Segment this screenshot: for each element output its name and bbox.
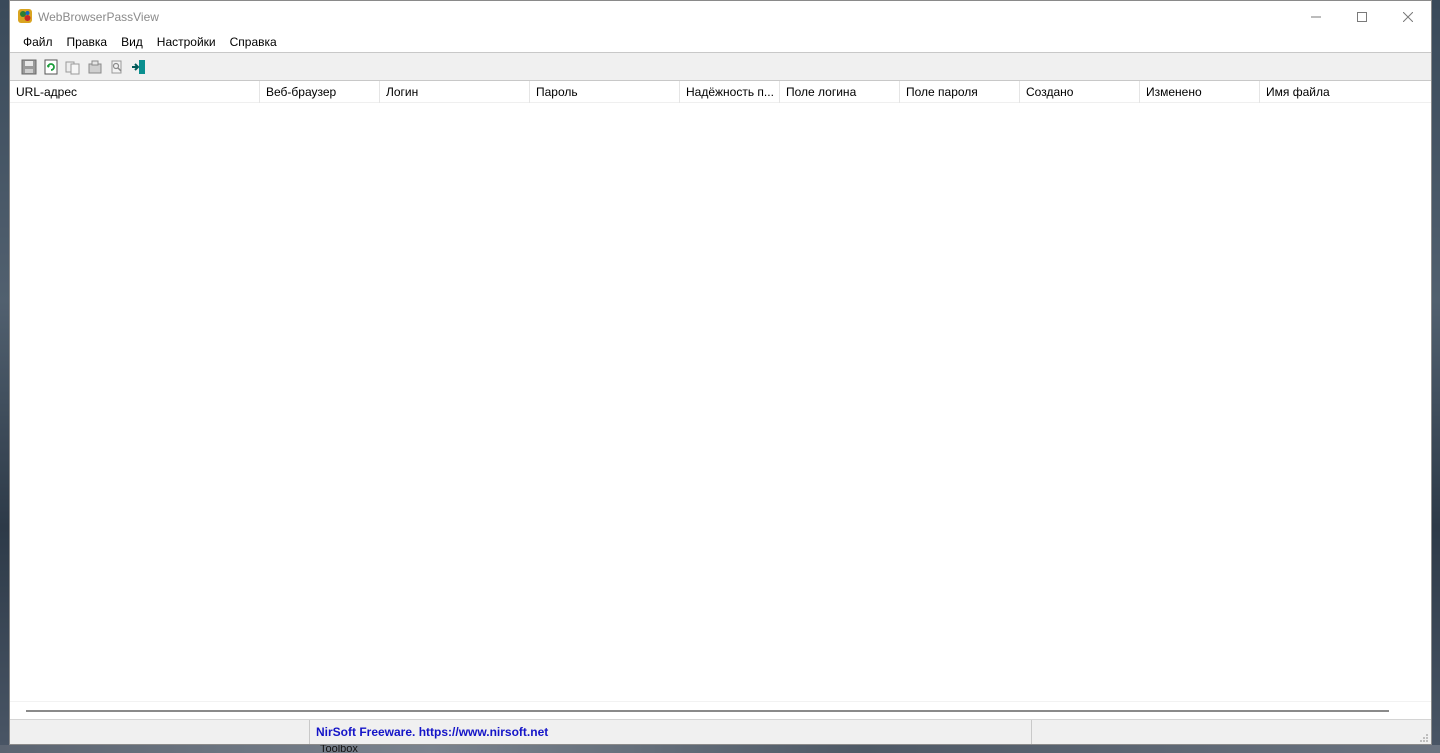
column-header-browser[interactable]: Веб-браузер	[260, 81, 380, 103]
exit-button[interactable]	[128, 56, 150, 78]
column-header-created[interactable]: Создано	[1020, 81, 1140, 103]
column-header-password-field[interactable]: Поле пароля	[900, 81, 1020, 103]
menu-options[interactable]: Настройки	[150, 32, 223, 52]
copy-icon	[65, 61, 80, 74]
maximize-icon	[1357, 11, 1367, 22]
column-header-strength[interactable]: Надёжность п...	[680, 81, 780, 103]
app-window: WebBrowserPassView Файл Правка Вид Настр…	[9, 0, 1432, 745]
minimize-icon	[1311, 16, 1321, 17]
nirsoft-link[interactable]: NirSoft Freeware. https://www.nirsoft.ne…	[310, 720, 1032, 744]
column-header-modified[interactable]: Изменено	[1140, 81, 1260, 103]
maximize-button[interactable]	[1339, 1, 1385, 32]
minimize-button[interactable]	[1293, 1, 1339, 32]
list-body[interactable]	[10, 104, 1431, 701]
column-header-login-field[interactable]: Поле логина	[780, 81, 900, 103]
status-pane-count	[10, 720, 310, 744]
menu-help[interactable]: Справка	[223, 32, 284, 52]
column-header-filename[interactable]: Имя файла	[1260, 81, 1431, 103]
save-icon	[21, 59, 37, 74]
app-logo-icon	[17, 8, 33, 24]
properties-icon	[88, 60, 102, 73]
column-header-login[interactable]: Логин	[380, 81, 530, 103]
horizontal-scrollbar[interactable]	[10, 701, 1431, 719]
find-button[interactable]	[106, 56, 128, 78]
refresh-icon	[44, 59, 58, 74]
column-header-password[interactable]: Пароль	[530, 81, 680, 103]
window-title: WebBrowserPassView	[38, 10, 159, 24]
refresh-button[interactable]	[40, 56, 62, 78]
menu-edit[interactable]: Правка	[60, 32, 115, 52]
list-header: URL-адрес Веб-браузер Логин Пароль Надёж…	[10, 81, 1431, 103]
close-button[interactable]	[1385, 1, 1431, 32]
column-header-url[interactable]: URL-адрес	[10, 81, 260, 103]
menu-view[interactable]: Вид	[114, 32, 150, 52]
find-icon	[111, 60, 122, 73]
exit-icon	[132, 59, 145, 74]
save-button[interactable]	[18, 56, 40, 78]
scrollbar-thumb[interactable]	[26, 710, 1389, 712]
resize-grip-icon[interactable]	[1419, 732, 1429, 742]
status-bar: NirSoft Freeware. https://www.nirsoft.ne…	[10, 719, 1431, 744]
password-list[interactable]: URL-адрес Веб-браузер Логин Пароль Надёж…	[10, 81, 1431, 719]
copy-button[interactable]	[62, 56, 84, 78]
title-bar[interactable]: WebBrowserPassView	[10, 1, 1431, 32]
menu-bar: Файл Правка Вид Настройки Справка	[10, 32, 1431, 52]
desktop-background-bottom: Toolbox	[0, 743, 1440, 753]
toolbar	[10, 52, 1431, 81]
desktop-background-left	[0, 0, 9, 753]
close-icon	[1403, 11, 1413, 22]
properties-button[interactable]	[84, 56, 106, 78]
menu-file[interactable]: Файл	[16, 32, 60, 52]
